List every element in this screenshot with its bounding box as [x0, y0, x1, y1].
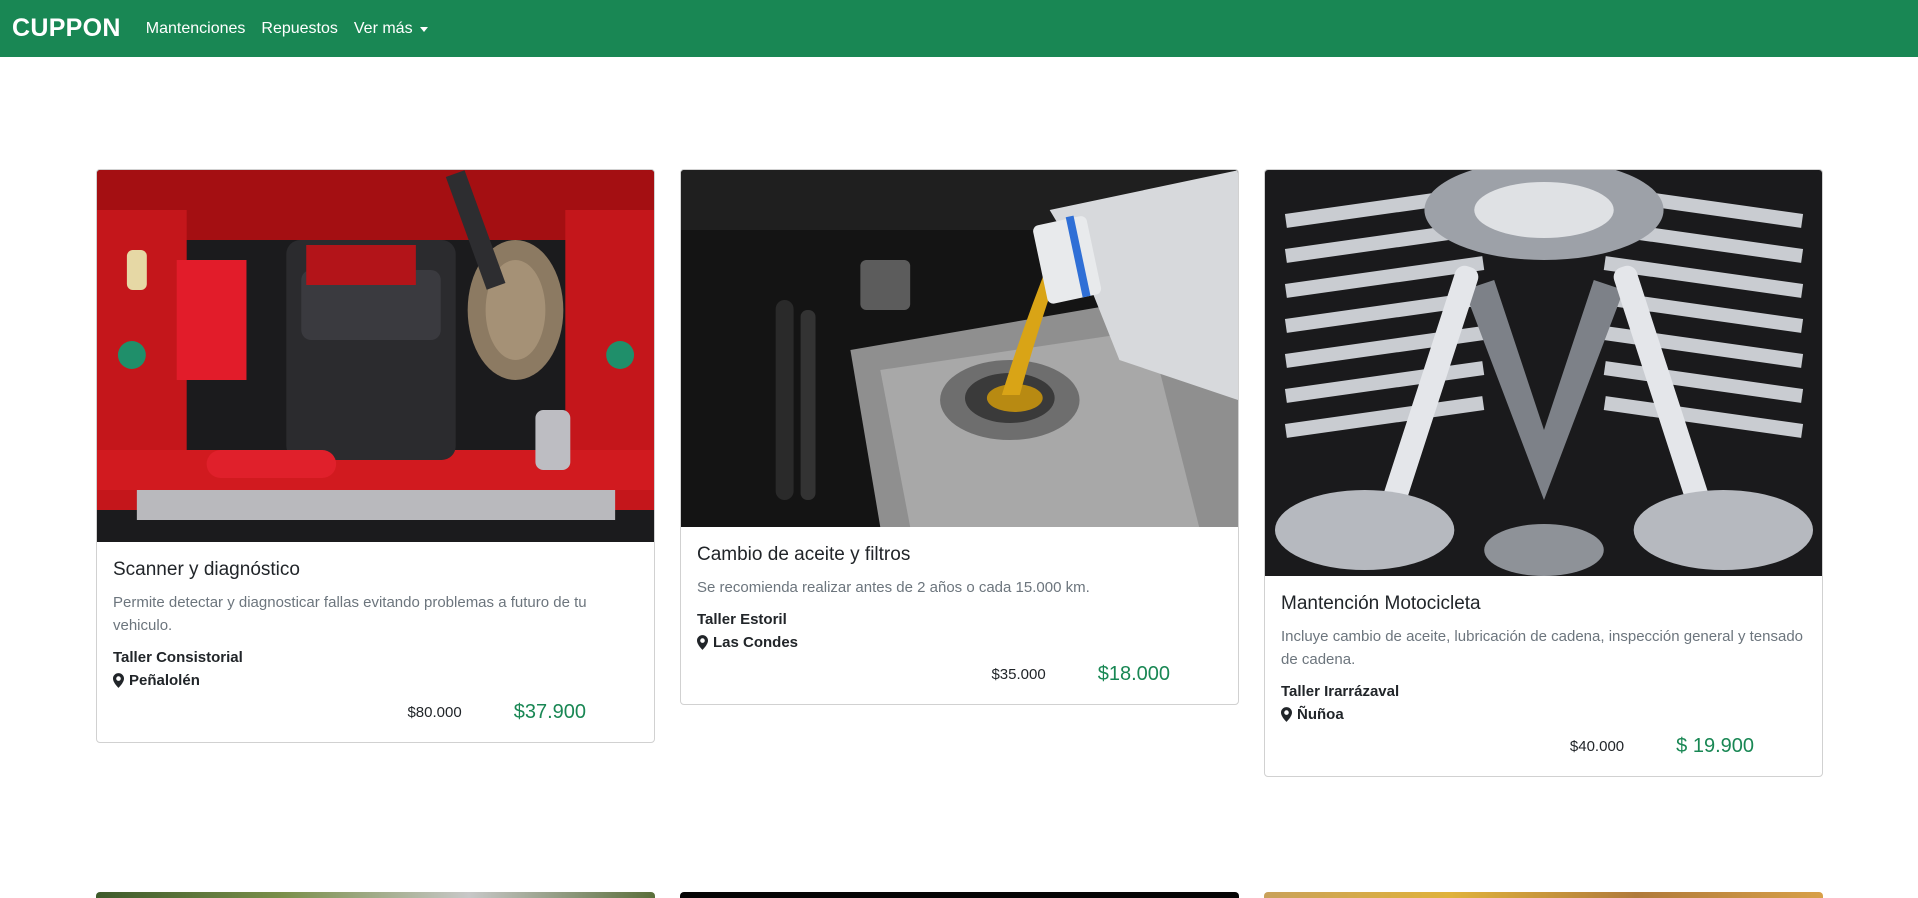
service-card-scanner[interactable]: Scanner y diagnóstico Permite detectar y…: [96, 169, 655, 743]
card-description: Incluye cambio de aceite, lubricación de…: [1281, 628, 1803, 668]
discount-price: $18.000: [1097, 663, 1170, 685]
discount-price: $37.900: [513, 701, 586, 723]
map-pin-icon: [113, 673, 124, 688]
location: Las Condes: [697, 634, 1222, 651]
card-image-engine-bay: [97, 170, 654, 542]
brand-logo[interactable]: CUPPON: [12, 14, 121, 43]
location: Peñalolén: [113, 672, 638, 689]
navbar: CUPPON Mantenciones Repuestos Ver más: [0, 0, 1918, 57]
card-title: Scanner y diagnóstico: [113, 559, 300, 580]
map-pin-icon: [697, 635, 708, 650]
original-price: $40.000: [1569, 738, 1625, 755]
card-body: Scanner y diagnóstico Permite detectar y…: [97, 542, 654, 742]
service-card-oil-change[interactable]: Cambio de aceite y filtros Se recomienda…: [680, 169, 1239, 705]
shop-name: Taller Irarrázaval: [1281, 683, 1400, 700]
discount-price: $ 19.900: [1676, 735, 1754, 757]
service-card-peek-1[interactable]: [96, 892, 655, 898]
map-pin-icon: [1281, 707, 1292, 722]
price-row: $40.000 $ 19.900: [1281, 735, 1806, 758]
card-body: Mantención Motocicleta Incluye cambio de…: [1265, 576, 1822, 776]
service-card-peek-2[interactable]: [680, 892, 1239, 898]
service-card-motorcycle[interactable]: Mantención Motocicleta Incluye cambio de…: [1264, 169, 1823, 777]
original-price: $35.000: [991, 666, 1046, 683]
nav-dropdown-label: Ver más: [353, 19, 413, 37]
price-row: $80.000 $37.900: [113, 701, 638, 724]
chevron-down-icon: [419, 27, 428, 32]
card-title: Mantención Motocicleta: [1281, 593, 1481, 614]
service-card-peek-3[interactable]: [1264, 892, 1823, 898]
card-description: Se recomienda realizar antes de 2 años o…: [697, 579, 1090, 596]
card-image-motorcycle-engine: [1265, 170, 1822, 576]
nav-dropdown-ver-mas[interactable]: Ver más: [354, 20, 428, 38]
card-description: Permite detectar y diagnosticar fallas e…: [113, 594, 587, 634]
shop-name: Taller Consistorial: [113, 649, 243, 666]
shop-name: Taller Estoril: [697, 611, 787, 628]
location: Ñuñoa: [1281, 706, 1806, 723]
card-title: Cambio de aceite y filtros: [697, 544, 911, 565]
location-name: Ñuñoa: [1297, 706, 1344, 723]
original-price: $80.000: [407, 704, 462, 721]
nav-link-repuestos[interactable]: Repuestos: [261, 20, 338, 38]
location-name: Peñalolén: [129, 672, 200, 689]
location-name: Las Condes: [713, 634, 799, 651]
price-row: $35.000 $18.000: [697, 663, 1222, 686]
nav-link-mantenciones[interactable]: Mantenciones: [146, 20, 246, 38]
card-body: Cambio de aceite y filtros Se recomienda…: [681, 527, 1238, 704]
card-image-oil-pour: [681, 170, 1238, 527]
